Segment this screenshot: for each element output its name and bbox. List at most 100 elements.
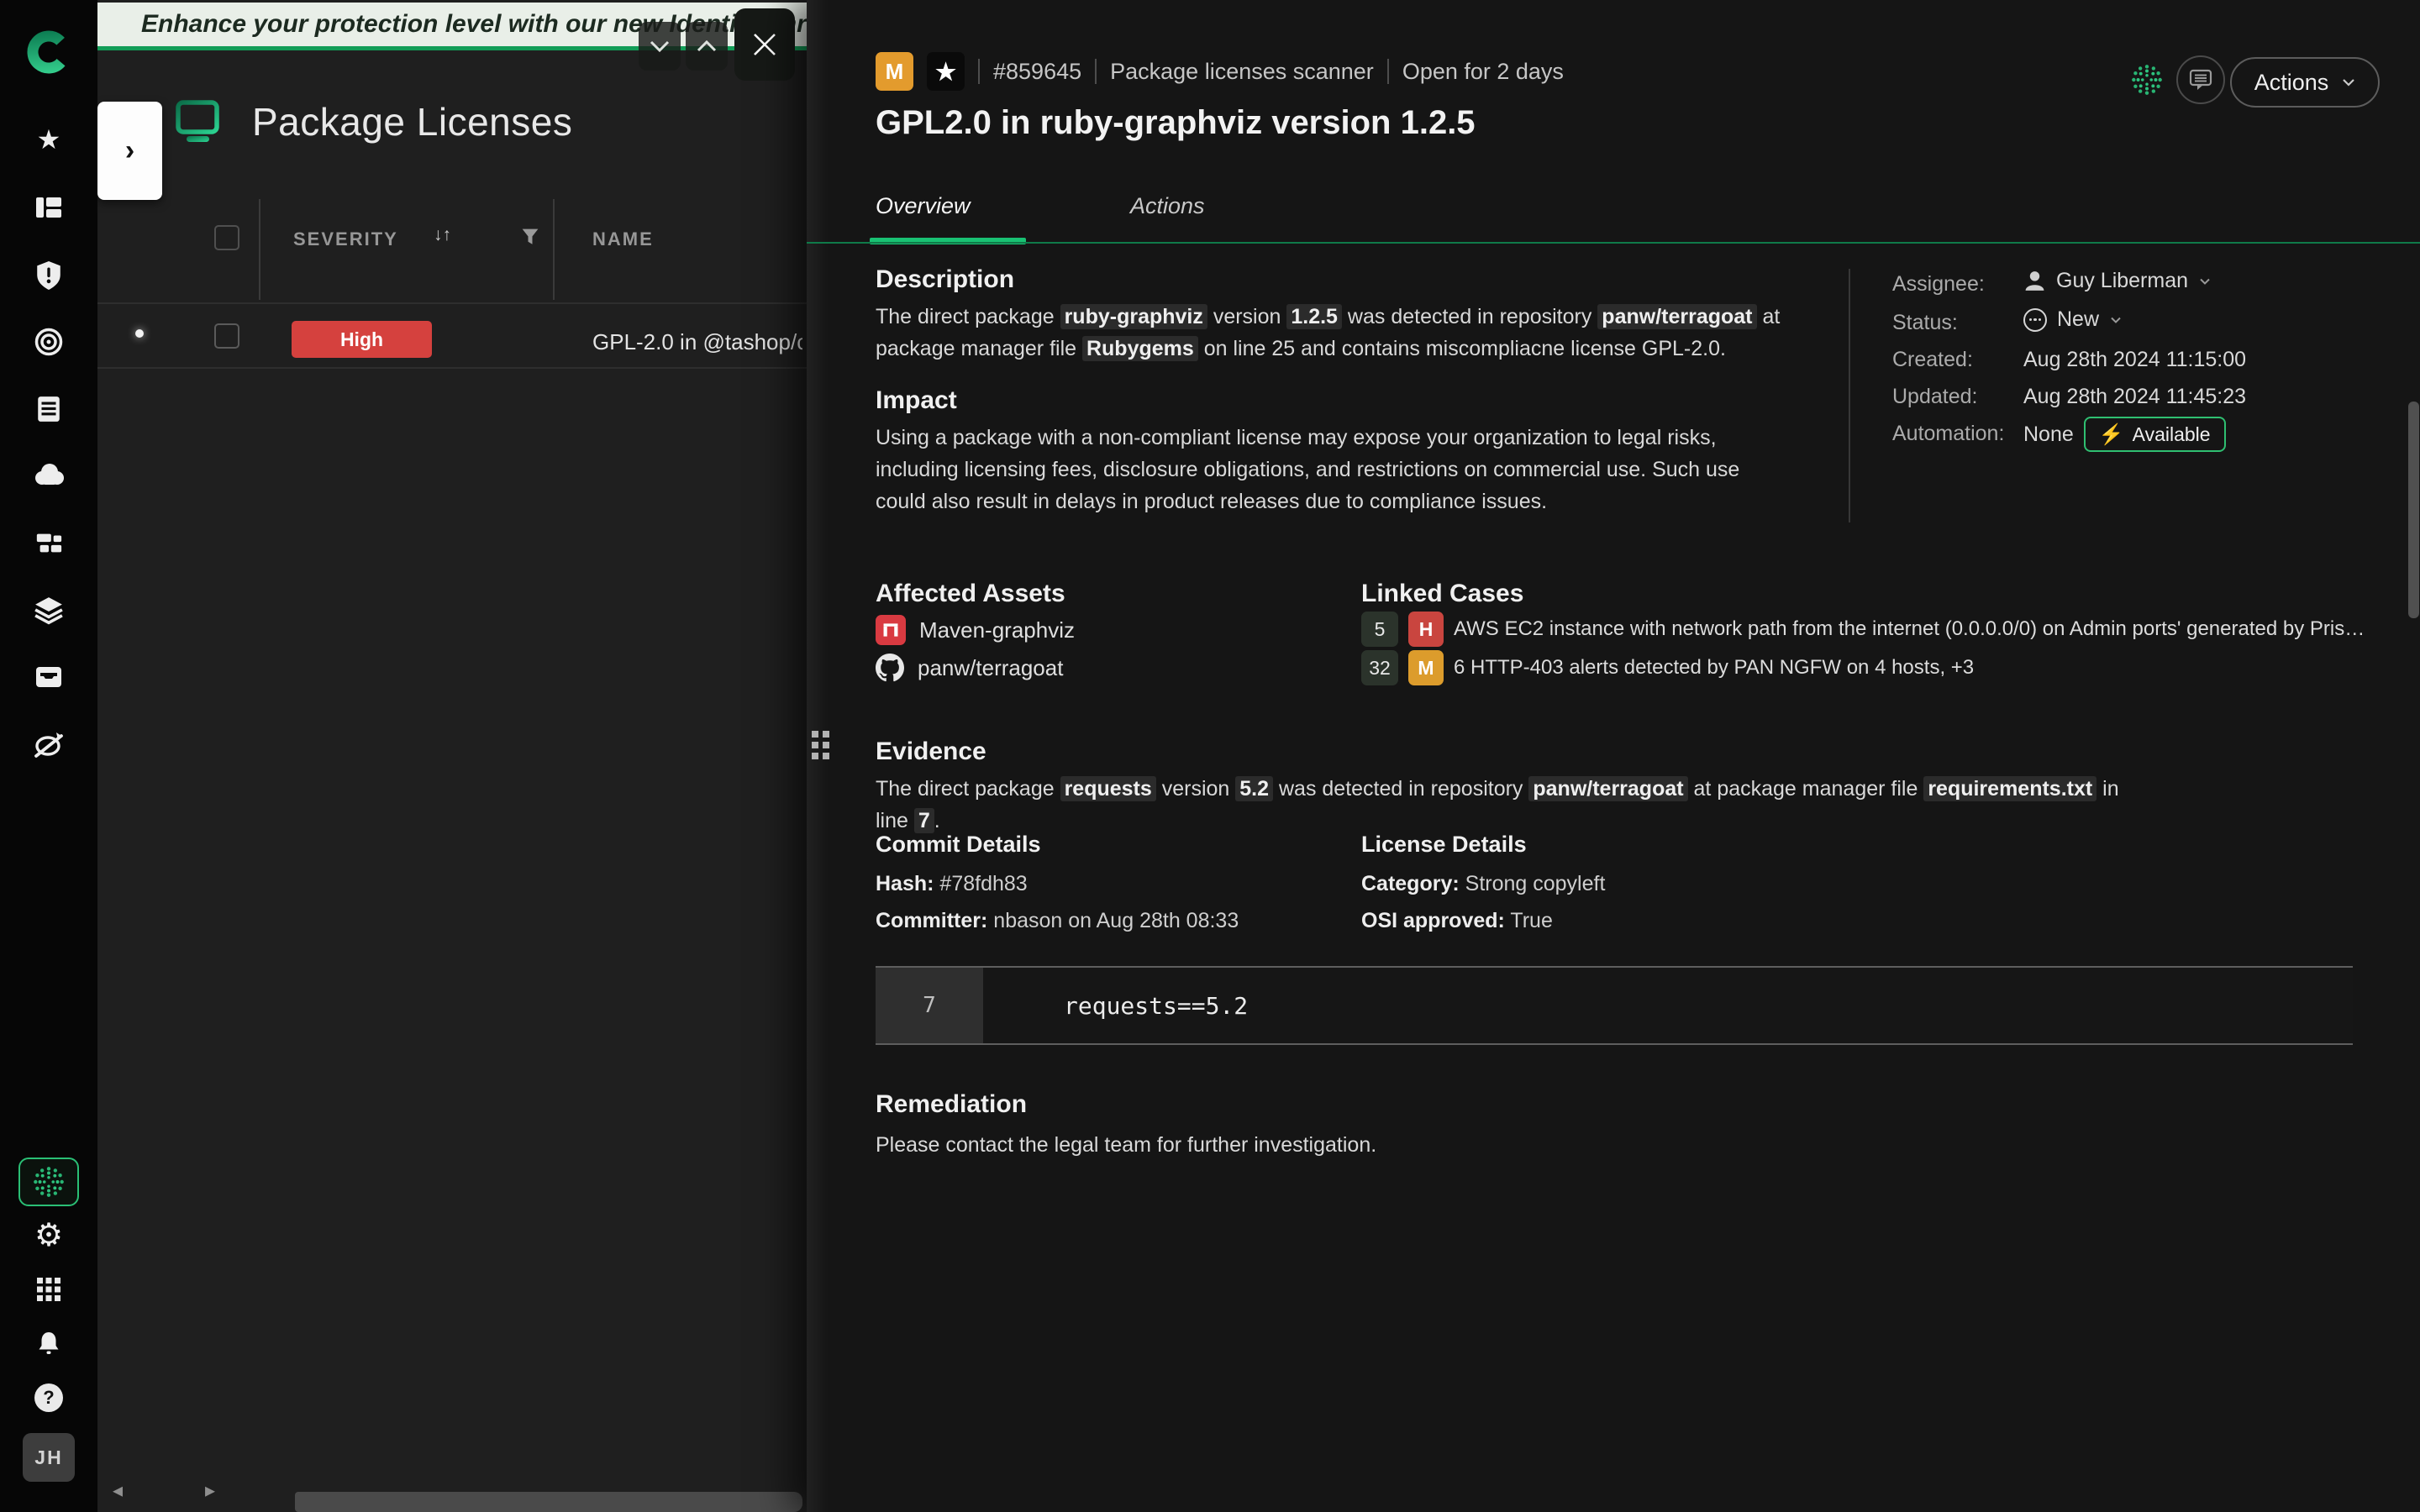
- category-value: Strong copyleft: [1465, 872, 1606, 895]
- linked-cases-heading: Linked Cases: [1361, 580, 1523, 608]
- case-severity-high-badge: H: [1408, 612, 1444, 647]
- evidence-heading: Evidence: [876, 738, 986, 766]
- code-snippet: 7 requests==5.2: [876, 966, 2353, 1045]
- created-label: Created:: [1892, 348, 1973, 372]
- clipboard-icon: [35, 395, 62, 423]
- horizontal-scrollbar[interactable]: [295, 1492, 802, 1512]
- remediation-heading: Remediation: [876, 1090, 1027, 1119]
- cortex-logo[interactable]: [0, 30, 97, 74]
- shield-alert-icon: [35, 260, 62, 291]
- case-detail-panel: M ★ #859645 Package licenses scanner Ope…: [807, 0, 2420, 1512]
- code-line-number: 7: [876, 968, 983, 1043]
- row-checkbox[interactable]: [214, 323, 239, 349]
- license-osi: OSI approved: True: [1361, 909, 1553, 933]
- case-id: #859645: [993, 59, 1081, 85]
- table-row-name[interactable]: GPL-2.0 in @tashop/c: [592, 329, 802, 355]
- automation-value: None ⚡ Available: [2023, 417, 2226, 452]
- tab-actions[interactable]: Actions: [1130, 193, 1205, 219]
- automation-none: None: [2023, 423, 2074, 447]
- panel-drag-handle[interactable]: [812, 731, 829, 759]
- filter-funnel-icon[interactable]: [522, 228, 539, 245]
- dashboard-icon: [34, 193, 64, 222]
- assignee-label: Assignee:: [1892, 272, 1985, 297]
- impact-heading: Impact: [876, 386, 957, 415]
- row-divider: [97, 367, 807, 369]
- status-label: Status:: [1892, 311, 1958, 335]
- cloud-nav[interactable]: [0, 462, 97, 486]
- spiral-dots-icon: [2128, 62, 2166, 97]
- assignee-name: Guy Liberman: [2056, 269, 2188, 293]
- asset-name: Maven-graphviz: [919, 617, 1075, 643]
- favorites-nav[interactable]: ★: [0, 126, 97, 153]
- actions-button[interactable]: Actions: [2230, 57, 2380, 108]
- dashboards-nav[interactable]: [0, 193, 97, 222]
- case-severity-medium-badge: M: [1408, 650, 1444, 685]
- column-header-name[interactable]: NAME: [592, 228, 654, 250]
- case-severity-badge[interactable]: M: [876, 52, 913, 91]
- license-details-heading: License Details: [1361, 832, 1527, 858]
- package-licenses-panel: Enhance your protection level with our n…: [97, 0, 807, 1512]
- linked-case-item[interactable]: 32 M 6 HTTP-403 alerts detected by PAN N…: [1361, 650, 1974, 685]
- osi-value: True: [1510, 909, 1552, 932]
- user-avatar[interactable]: JH: [23, 1433, 75, 1482]
- status-value[interactable]: New: [2023, 307, 2123, 332]
- settings-nav[interactable]: ⚙: [0, 1220, 97, 1252]
- case-header: M ★ #859645 Package licenses scanner Ope…: [876, 52, 1564, 91]
- remediation-text: Please contact the legal team for furthe…: [876, 1129, 1376, 1161]
- banner-close-button[interactable]: [734, 8, 795, 81]
- hash-label: Hash:: [876, 872, 934, 895]
- actions-label: Actions: [2254, 70, 2329, 96]
- sidebar: ★: [0, 0, 97, 1512]
- automation-indicator[interactable]: [2128, 62, 2166, 102]
- star-badge[interactable]: ★: [927, 52, 965, 91]
- alerts-nav[interactable]: [0, 260, 97, 291]
- reports-nav[interactable]: [0, 395, 97, 423]
- expand-panel-button[interactable]: ›: [97, 102, 162, 200]
- sidebar-item-active-module[interactable]: [18, 1158, 79, 1206]
- case-count-badge: 32: [1361, 650, 1398, 685]
- assets-nav[interactable]: [0, 529, 97, 558]
- select-all-checkbox[interactable]: [214, 225, 239, 250]
- bell-icon: [36, 1331, 61, 1356]
- evidence-text: The direct package requests version 5.2 …: [876, 773, 2136, 837]
- marketplace-nav[interactable]: [0, 664, 97, 690]
- vertical-scrollbar[interactable]: [2408, 402, 2419, 618]
- cloud-icon: [32, 462, 66, 486]
- chevron-down-icon: [649, 39, 671, 53]
- unread-indicator: [135, 329, 144, 338]
- comments-button[interactable]: [2176, 55, 2225, 104]
- severity-badge-high[interactable]: High: [292, 321, 432, 358]
- help-nav[interactable]: ?: [0, 1383, 97, 1412]
- layers-nav[interactable]: [0, 596, 97, 625]
- apps-nav[interactable]: [0, 1277, 97, 1302]
- monitor-icon: [175, 100, 224, 144]
- committer-value: nbason on Aug 28th 08:33: [993, 909, 1239, 932]
- notifications-nav[interactable]: [0, 1331, 97, 1356]
- help-icon: ?: [34, 1383, 63, 1412]
- page-prev-icon[interactable]: ◂: [113, 1478, 123, 1503]
- asset-name: panw/terragoat: [918, 655, 1063, 681]
- asset-item[interactable]: panw/terragoat: [876, 654, 1063, 682]
- tab-overview[interactable]: Overview: [876, 193, 971, 219]
- signature-nav[interactable]: [0, 729, 97, 759]
- sort-icon[interactable]: ↓↑: [434, 225, 451, 245]
- tab-separator-line: [807, 242, 2420, 244]
- affected-assets-heading: Affected Assets: [876, 580, 1065, 608]
- page-next-icon[interactable]: ▸: [205, 1478, 215, 1503]
- meta-divider: [1849, 269, 1850, 522]
- banner-next-button[interactable]: [686, 22, 728, 71]
- linked-case-item[interactable]: 5 H AWS EC2 instance with network path f…: [1361, 612, 2365, 647]
- layers-icon: [34, 596, 64, 625]
- threat-intel-nav[interactable]: [0, 328, 97, 356]
- chevron-down-icon: [2342, 78, 2355, 87]
- assignee-value[interactable]: Guy Liberman: [2023, 269, 2212, 293]
- asset-item[interactable]: Maven-graphviz: [876, 615, 1075, 645]
- star-icon: ★: [37, 126, 61, 153]
- code-content: requests==5.2: [983, 968, 2353, 1043]
- target-icon: [34, 328, 63, 356]
- description-heading: Description: [876, 265, 1014, 294]
- banner-prev-button[interactable]: [639, 22, 681, 71]
- column-header-severity[interactable]: SEVERITY: [293, 228, 398, 250]
- automation-available-badge[interactable]: ⚡ Available: [2084, 417, 2226, 452]
- commit-details-heading: Commit Details: [876, 832, 1041, 858]
